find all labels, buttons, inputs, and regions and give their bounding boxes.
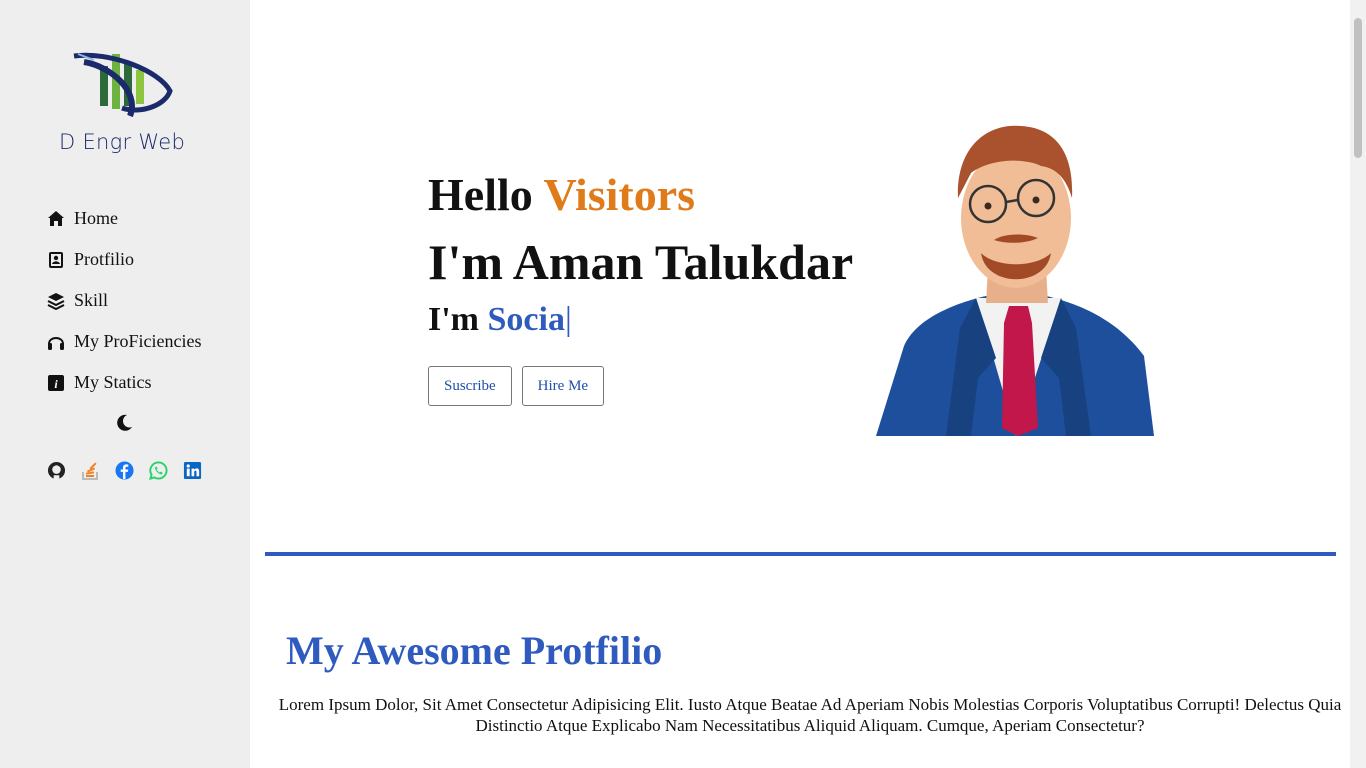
sidebar-item-label: Skill: [74, 290, 109, 310]
hero-hello: Hello: [428, 169, 533, 220]
sidebar: D Engr Web Home Protfilio Skill My ProFi…: [0, 0, 250, 768]
sidebar-item-proficiencies[interactable]: My ProFiciencies: [46, 321, 202, 362]
linkedin-icon[interactable]: [182, 460, 202, 480]
hero-role-typed: Socia: [487, 301, 565, 338]
hero-greeting: Hello Visitors: [428, 168, 853, 222]
logo-mark-icon: [73, 52, 173, 118]
portfolio-icon: [46, 250, 66, 270]
hire-me-button[interactable]: Hire Me: [521, 366, 605, 406]
facebook-icon[interactable]: [114, 460, 134, 480]
sidebar-item-portfolio[interactable]: Protfilio: [46, 239, 202, 280]
layers-icon: [46, 291, 66, 311]
hero-role: I'm Socia|: [428, 300, 853, 340]
subscribe-button[interactable]: Suscribe: [428, 366, 512, 406]
typing-cursor: |: [564, 301, 572, 338]
section-divider: [265, 552, 1336, 556]
hero-hello-accent: Visitors: [543, 169, 696, 220]
github-icon[interactable]: [46, 460, 66, 480]
sidebar-item-label: My ProFiciencies: [74, 331, 202, 351]
portfolio-title: My Awesome Protfilio: [286, 628, 663, 673]
scrollbar-thumb[interactable]: [1354, 18, 1362, 158]
info-icon: i: [46, 373, 66, 393]
stackoverflow-icon[interactable]: [80, 460, 100, 480]
avatar-illustration: [876, 118, 1156, 436]
sidebar-nav: Home Protfilio Skill My ProFiciencies i …: [46, 198, 202, 403]
hero-name: I'm Aman Talukdar: [428, 234, 854, 290]
whatsapp-icon[interactable]: [148, 460, 168, 480]
sidebar-item-label: Home: [74, 208, 118, 228]
sidebar-item-skill[interactable]: Skill: [46, 280, 202, 321]
moon-icon: [117, 414, 132, 431]
headphones-icon: [46, 332, 66, 352]
brand-name: D Engr Web: [59, 130, 186, 154]
sidebar-item-label: My Statics: [74, 372, 152, 392]
social-links: [46, 460, 202, 480]
hero-role-prefix: I'm: [428, 301, 479, 338]
portfolio-description: Lorem Ipsum Dolor, Sit Amet Consectetur …: [278, 695, 1342, 735]
brand-logo[interactable]: D Engr Web: [56, 46, 196, 158]
home-icon: [46, 209, 66, 229]
hero-section: Hello Visitors I'm Aman Talukdar I'm Soc…: [428, 168, 853, 406]
sidebar-item-label: Protfilio: [74, 249, 135, 269]
theme-toggle-button[interactable]: [114, 413, 134, 433]
sidebar-item-home[interactable]: Home: [46, 198, 202, 239]
sidebar-item-statics[interactable]: i My Statics: [46, 362, 202, 403]
hero-buttons: Suscribe Hire Me: [428, 366, 853, 406]
page-scrollbar[interactable]: [1350, 0, 1366, 768]
